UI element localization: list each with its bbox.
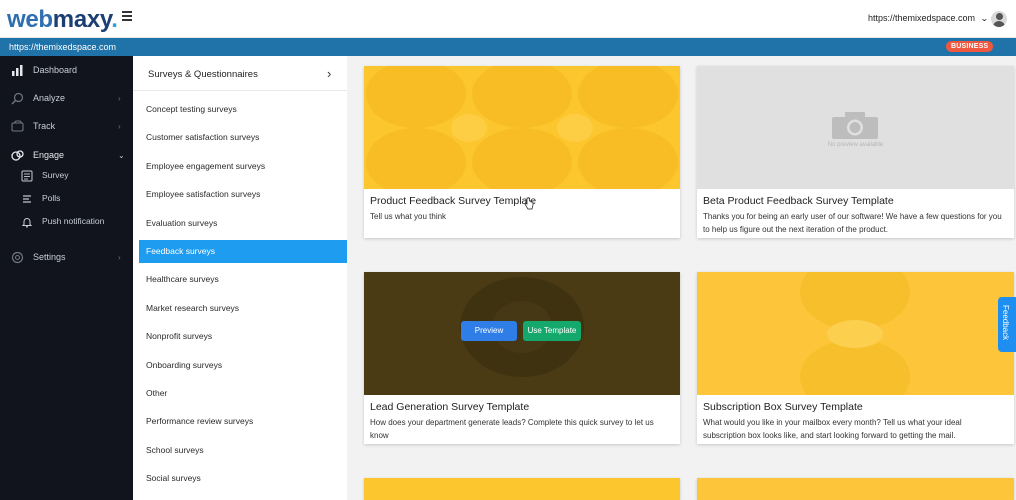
chevron-right-icon: › [118,121,121,131]
sidebar-item-settings[interactable]: Settings › [0,246,133,268]
template-description: Thanks you for being an early user of ou… [703,212,1002,234]
sidebar-item-dashboard[interactable]: Dashboard [0,59,133,81]
category-panel-title: Surveys & Questionnaires [148,69,258,80]
template-title: Subscription Box Survey Template [703,401,863,413]
template-card[interactable]: Product Feedback Survey Template Tell us… [364,66,680,238]
category-item[interactable]: Other [139,382,347,405]
category-item[interactable]: Onboarding surveys [139,354,347,377]
sidebar-subitem-label: Polls [42,193,61,203]
template-card-partial[interactable] [697,478,1014,500]
template-card[interactable]: Subscription Box Survey Template What wo… [697,272,1014,444]
top-header: webmaxy. https://themixedspace.com ⌄ [0,0,1016,38]
dimmed-pattern-image [364,272,680,395]
sidebar-item-label: Track [33,121,56,131]
site-selector-dropdown[interactable]: https://themixedspace.com ⌄ [868,13,989,23]
sidebar-item-label: Settings [33,252,66,262]
category-item[interactable]: Healthcare surveys [139,268,347,291]
template-description: What would you like in your mailbox ever… [703,418,962,440]
template-card-partial[interactable] [364,478,680,500]
category-item[interactable]: School surveys [139,439,347,462]
category-item[interactable]: Concept testing surveys [139,98,347,121]
sidebar: Dashboard Analyze › Track › Engage ⌄ Sur… [0,56,133,500]
template-thumbnail [364,66,680,189]
category-item[interactable]: Evaluation surveys [139,212,347,235]
sidebar-item-analyze[interactable]: Analyze › [0,87,133,109]
template-title: Beta Product Feedback Survey Template [703,195,894,207]
engage-icon [11,149,24,161]
search-analyze-icon [11,92,24,104]
bell-icon [21,218,33,228]
template-thumbnail [697,272,1014,395]
plan-badge: BUSINESS [946,41,994,52]
category-item-active[interactable]: Feedback surveys [139,240,347,263]
site-url-bar: https://themixedspace.com BUSINESS [0,38,1016,56]
category-item[interactable]: Performance review surveys [139,410,347,433]
track-icon [11,120,24,132]
template-thumbnail: No preview available [697,66,1014,189]
chevron-right-icon: › [327,66,332,81]
user-avatar-icon[interactable] [991,11,1007,27]
category-item[interactable]: Nonprofit surveys [139,325,347,348]
sidebar-item-engage[interactable]: Engage ⌄ [0,144,133,166]
sidebar-subitem-push-notification[interactable]: Push notification [0,212,133,232]
category-item[interactable]: Social surveys [139,467,347,490]
template-description: How does your department generate leads?… [370,418,654,440]
sidebar-item-label: Engage [33,150,65,160]
chevron-right-icon: › [118,93,121,103]
template-card[interactable]: No preview available Beta Product Feedba… [697,66,1014,238]
template-title: Product Feedback Survey Template [370,195,537,207]
category-item[interactable]: Customer satisfaction surveys [139,126,347,149]
sidebar-subitem-survey[interactable]: Survey [0,166,133,186]
category-panel-header[interactable]: Surveys & Questionnaires › [133,56,347,91]
template-description: Tell us what you think [370,212,447,221]
sidebar-subitem-label: Survey [42,170,69,180]
gear-icon [11,251,24,263]
bar-chart-icon [12,64,23,76]
template-title: Lead Generation Survey Template [370,401,530,413]
use-template-button[interactable]: Use Template [523,321,581,341]
yellow-pattern-image [697,272,1014,395]
sidebar-item-track[interactable]: Track › [0,115,133,137]
polls-icon [23,195,31,203]
no-preview-text: No preview available [827,142,884,148]
preview-button[interactable]: Preview [461,321,517,341]
template-thumbnail: Preview Use Template [364,272,680,395]
feedback-tab[interactable]: Feedback [998,297,1016,352]
category-item[interactable]: Employee engagement surveys [139,155,347,178]
sidebar-item-label: Analyze [33,93,66,103]
sidebar-subitem-polls[interactable]: Polls [0,189,133,209]
camera-icon [832,112,878,139]
survey-icon [21,170,33,182]
template-card-hovered[interactable]: Preview Use Template Lead Generation Sur… [364,272,680,444]
webmaxy-logo[interactable]: webmaxy. [7,6,118,34]
hand-cursor-icon [524,197,534,210]
category-panel: Surveys & Questionnaires › Concept testi… [133,56,347,500]
chevron-right-icon: › [118,252,121,262]
sidebar-subitem-label: Push notification [42,216,105,226]
site-url: https://themixedspace.com [9,42,117,52]
chevron-down-icon: ⌄ [118,150,125,160]
site-selector-label: https://themixedspace.com [868,13,976,23]
feedback-tab-label: Feedback [1001,305,1010,341]
hamburger-menu-icon[interactable] [122,11,134,23]
yellow-pattern-image [364,66,680,189]
category-item[interactable]: Market research surveys [139,297,347,320]
chevron-down-icon: ⌄ [980,13,989,23]
sidebar-item-label: Dashboard [33,65,78,75]
category-item[interactable]: Employee satisfaction surveys [139,183,347,206]
